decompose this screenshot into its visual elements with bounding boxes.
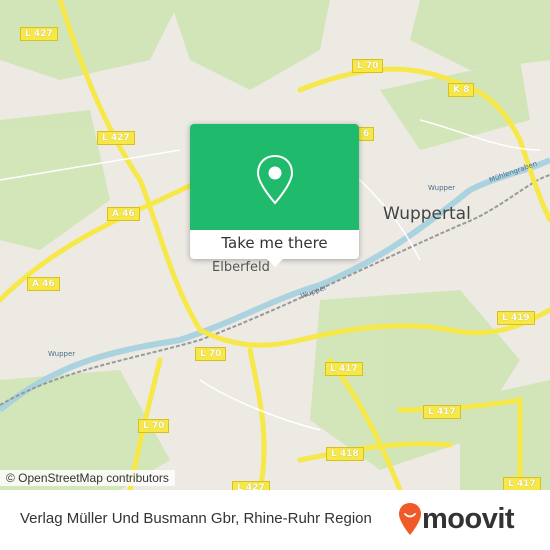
attribution-text[interactable]: © OpenStreetMap contributors xyxy=(6,471,169,485)
moovit-pin-icon xyxy=(399,503,421,535)
road-shield: L 417 xyxy=(503,477,541,490)
map-attribution[interactable]: © OpenStreetMap contributors xyxy=(0,470,175,486)
take-me-there-button[interactable]: Take me there xyxy=(190,230,359,259)
road-shield: L 427 xyxy=(97,131,135,145)
road-shield: K 8 xyxy=(448,83,475,97)
road-shield: L 418 xyxy=(326,447,364,461)
map[interactable]: L 427 L 70 K 8 L 427 6 A 46 A 46 L 70 L … xyxy=(0,0,550,490)
road-shield: L 417 xyxy=(325,362,363,376)
brand-name: moovit xyxy=(422,502,515,535)
popup-header xyxy=(190,124,359,230)
district-label: Elberfeld xyxy=(212,260,270,275)
road-shield: A 46 xyxy=(27,277,60,291)
road-shield: 6 xyxy=(358,127,375,141)
moovit-logo[interactable]: moovit xyxy=(398,502,515,536)
road-shield: L 70 xyxy=(138,419,170,433)
road-shield: L 70 xyxy=(352,59,384,73)
place-name: Verlag Müller Und Busmann Gbr, Rhine-Ruh… xyxy=(20,510,372,527)
road-shield: L 419 xyxy=(497,311,535,325)
road-shield: L 70 xyxy=(195,347,227,361)
footer: Verlag Müller Und Busmann Gbr, Rhine-Ruh… xyxy=(0,490,550,550)
road-shield: L 417 xyxy=(423,405,461,419)
location-popup: Take me there xyxy=(190,124,359,267)
river-label: Wupper xyxy=(428,184,456,192)
road-shield: L 427 xyxy=(232,481,270,490)
river-label: Wupper xyxy=(48,350,76,358)
road-shield: L 427 xyxy=(20,27,58,41)
map-pin-icon xyxy=(256,154,294,205)
road-shield: A 46 xyxy=(107,207,140,221)
city-label: Wuppertal xyxy=(383,204,471,224)
